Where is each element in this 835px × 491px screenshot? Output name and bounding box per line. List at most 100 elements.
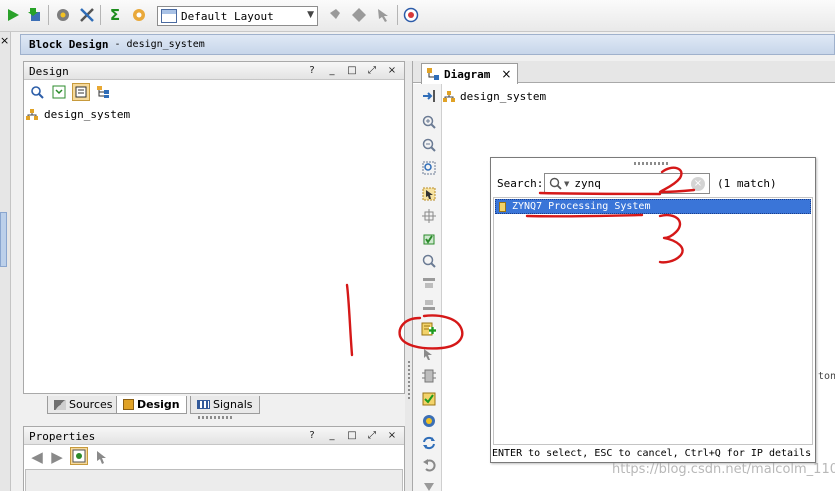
layout-select[interactable]: Default Layout ▼ <box>157 6 318 26</box>
zoom-in-icon[interactable] <box>420 113 438 131</box>
left-edge-strip: × <box>0 32 11 491</box>
design-panel-titlebar: Design ? _ □ ⤢ × <box>24 62 404 80</box>
watermark: https://blog.csdn.net/malcolm_110 <box>612 462 835 477</box>
help-icon[interactable] <box>402 6 420 24</box>
clear-search-icon[interactable]: × <box>691 177 705 191</box>
design-panel-tabs: Sources Design Signals <box>23 396 405 419</box>
list-item-label: ZYNQ7 Processing System <box>512 201 651 212</box>
close-button[interactable]: × <box>386 430 398 442</box>
breadcrumb-label: design_system <box>460 90 547 103</box>
float-button[interactable]: ⤢ <box>366 430 378 442</box>
panel-title: Properties <box>29 430 96 443</box>
settings-icon[interactable] <box>54 6 72 24</box>
vertical-splitter[interactable] <box>405 61 412 491</box>
forward-arrow-icon[interactable]: ▶ <box>48 448 66 466</box>
search-query: zynq <box>574 177 601 190</box>
show-hierarchy-icon[interactable] <box>72 83 90 101</box>
move-icon[interactable] <box>420 207 438 225</box>
expand-collapse-icon[interactable] <box>420 87 438 105</box>
minimize-button[interactable]: _ <box>326 430 338 442</box>
resize-grip[interactable] <box>198 416 232 419</box>
select-area-icon[interactable] <box>420 185 438 203</box>
search-icon[interactable] <box>420 252 438 270</box>
refresh-icon[interactable] <box>420 434 438 452</box>
chevron-down-icon[interactable]: ▼ <box>307 10 314 20</box>
maximize-button[interactable]: □ <box>346 65 358 77</box>
scroll-down-icon[interactable] <box>420 478 438 491</box>
route-icon[interactable] <box>420 345 438 363</box>
signals-icon <box>197 400 210 409</box>
tab-diagram[interactable]: Diagram × <box>421 63 518 84</box>
breadcrumb[interactable]: design_system <box>443 90 546 103</box>
layout-icon <box>161 9 177 23</box>
pointer-icon[interactable] <box>92 448 110 466</box>
left-edge-tab[interactable] <box>0 212 7 267</box>
diagram-edge-text: ton <box>818 371 835 382</box>
add-ip-icon[interactable] <box>420 320 438 338</box>
list-item[interactable]: ZYNQ7 Processing System <box>495 199 811 214</box>
toolbar-separator <box>397 5 398 25</box>
design-icon <box>123 399 134 410</box>
hierarchy-view-icon[interactable] <box>94 83 112 101</box>
search-icon <box>549 177 563 191</box>
search-input[interactable]: ▼ zynq × <box>544 173 710 194</box>
minimize-button[interactable]: _ <box>326 65 338 77</box>
tab-diagram-label: Diagram <box>444 67 491 81</box>
diagram-tabbar: Diagram × <box>413 61 835 84</box>
align-top-icon[interactable] <box>420 274 438 292</box>
collapse-all-icon[interactable] <box>50 83 68 101</box>
close-icon[interactable]: × <box>501 67 511 81</box>
search-label: Search: <box>497 177 544 190</box>
auto-update-icon[interactable] <box>70 447 88 465</box>
float-button[interactable]: ⤢ <box>366 65 378 77</box>
ip-catalog-icon[interactable] <box>130 6 148 24</box>
tools-icon[interactable] <box>78 6 96 24</box>
run-icon[interactable] <box>4 6 22 24</box>
layout-select-value: Default Layout <box>181 9 274 23</box>
close-icon[interactable]: × <box>0 34 9 47</box>
toolbar-separator <box>48 5 49 25</box>
zoom-out-icon[interactable] <box>420 136 438 154</box>
diamond-icon[interactable] <box>350 6 368 24</box>
properties-panel: Properties ? _ □ ⤢ × ◀ ▶ <box>23 426 405 491</box>
design-panel: Design ? _ □ ⤢ × design_system <box>23 61 405 394</box>
port-icon[interactable] <box>420 367 438 385</box>
search-dropdown-icon[interactable]: ▼ <box>564 180 569 188</box>
maximize-button[interactable]: □ <box>346 430 358 442</box>
pointer-icon[interactable] <box>374 6 392 24</box>
undo-icon[interactable] <box>420 456 438 474</box>
main-toolbar: Σ Default Layout ▼ <box>0 0 835 32</box>
sigma-icon[interactable]: Σ <box>106 6 124 24</box>
hierarchy-icon <box>26 108 38 121</box>
gear-icon[interactable] <box>420 412 438 430</box>
popup-drag-handle[interactable] <box>634 162 670 165</box>
help-button[interactable]: ? <box>306 430 318 442</box>
toolbar-separator <box>100 5 101 25</box>
tab-sources[interactable]: Sources <box>47 396 120 414</box>
validate-icon[interactable] <box>420 230 438 248</box>
footer-hint: ENTER to select, ESC to cancel, Ctrl+Q f… <box>492 448 812 459</box>
tab-design[interactable]: Design <box>116 396 187 414</box>
align-bottom-icon[interactable] <box>420 296 438 314</box>
add-ip-search-popup: Search: ▼ zynq × (1 match) ZYNQ7 Process… <box>490 157 816 463</box>
block-design-header: Block Design - design_system <box>20 34 835 55</box>
ip-block-icon <box>499 201 506 212</box>
back-arrow-icon[interactable]: ◀ <box>28 448 46 466</box>
properties-content <box>25 469 403 491</box>
close-button[interactable]: × <box>386 65 398 77</box>
results-list: ZYNQ7 Processing System <box>493 197 813 445</box>
properties-panel-titlebar: Properties ? _ □ ⤢ × <box>24 427 404 445</box>
search-icon[interactable] <box>28 83 46 101</box>
diagram-icon <box>427 68 439 80</box>
help-button[interactable]: ? <box>306 65 318 77</box>
page-title: Block Design <box>29 38 109 51</box>
tree-item-label: design_system <box>44 108 131 121</box>
page-subtitle: - design_system <box>114 39 205 50</box>
hierarchy-icon <box>443 90 455 103</box>
zoom-fit-icon[interactable] <box>420 159 438 177</box>
program-device-icon[interactable] <box>26 6 44 24</box>
run-automation-icon[interactable] <box>420 390 438 408</box>
tab-signals[interactable]: Signals <box>190 396 260 414</box>
pin-icon[interactable] <box>325 6 343 24</box>
tree-item[interactable]: design_system <box>26 108 130 121</box>
